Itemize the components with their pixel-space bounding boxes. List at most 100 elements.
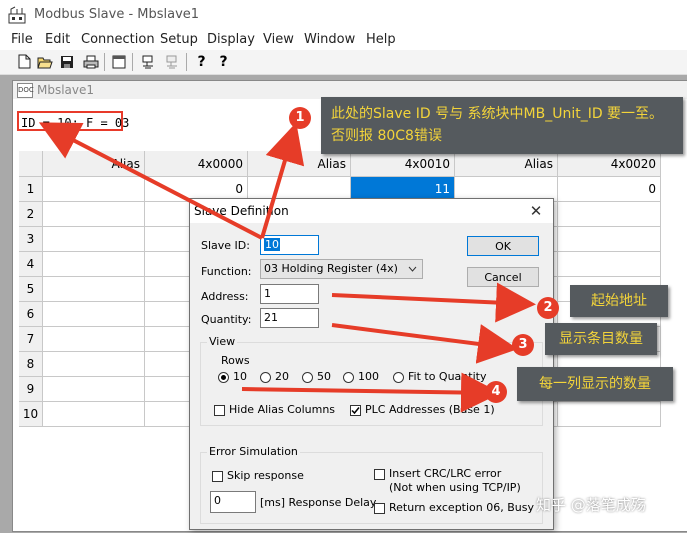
column-header[interactable]: 4x0010: [351, 151, 455, 177]
document-icon: DOC: [17, 83, 34, 98]
register-value-cell[interactable]: [558, 227, 661, 252]
insert-crc-checkbox[interactable]: [374, 469, 385, 480]
register-value-cell[interactable]: 0: [558, 177, 661, 202]
insert-crc-note: (Not when using TCP/IP): [389, 481, 521, 494]
column-header[interactable]: Alias: [248, 151, 351, 177]
connect-icon[interactable]: [140, 53, 157, 70]
register-value-cell[interactable]: [558, 252, 661, 277]
column-header[interactable]: 4x0020: [558, 151, 661, 177]
slave-id-input[interactable]: 10: [260, 235, 319, 255]
checkmark-icon: [351, 407, 360, 415]
menu-edit[interactable]: Edit: [45, 32, 70, 47]
title-bar: Modbus Slave - Mbslave1: [0, 0, 687, 30]
row-number[interactable]: 2: [19, 202, 43, 227]
new-icon[interactable]: [16, 53, 33, 70]
close-icon[interactable]: ✕: [526, 201, 546, 221]
menu-file[interactable]: File: [11, 32, 33, 47]
view-group-title: View: [207, 335, 238, 348]
rows-fit-label: Fit to Quantity: [408, 370, 487, 383]
error-simulation-title: Error Simulation: [207, 445, 300, 458]
slave-id-value: 10: [264, 238, 280, 251]
menu-view[interactable]: View: [263, 32, 294, 47]
alias-cell[interactable]: [43, 227, 145, 252]
return-exception-checkbox[interactable]: [374, 503, 385, 514]
register-value-cell[interactable]: [558, 402, 661, 427]
rows-50-radio[interactable]: [302, 372, 313, 383]
skip-response-checkbox[interactable]: [212, 471, 223, 482]
alias-cell[interactable]: [43, 277, 145, 302]
ok-button[interactable]: OK: [467, 236, 539, 256]
window-icon[interactable]: [110, 53, 127, 70]
rows-100-radio[interactable]: [343, 372, 354, 383]
rows-20-radio[interactable]: [260, 372, 271, 383]
hide-alias-checkbox[interactable]: [214, 405, 225, 416]
address-input[interactable]: 1: [260, 284, 319, 304]
column-header[interactable]: Alias: [455, 151, 558, 177]
slave-id-label: Slave ID:: [201, 239, 250, 252]
rows-fit-radio[interactable]: [393, 372, 404, 383]
alias-cell[interactable]: [43, 302, 145, 327]
insert-crc-label: Insert CRC/LRC error: [389, 467, 502, 480]
menu-help[interactable]: Help: [366, 32, 396, 47]
response-delay-label: [ms] Response Delay: [260, 496, 377, 509]
alias-cell[interactable]: [43, 377, 145, 402]
rows-label: Rows: [221, 354, 250, 367]
dialog-title-bar: Slave Definition ✕: [190, 199, 553, 223]
child-window-title: Mbslave1: [37, 83, 95, 97]
plc-addresses-checkbox[interactable]: [350, 405, 361, 416]
rows-50-label: 50: [317, 370, 331, 383]
plc-addresses-label: PLC Addresses (Base 1): [365, 403, 495, 416]
row-number[interactable]: 9: [19, 377, 43, 402]
menu-window[interactable]: Window: [304, 32, 355, 47]
register-value-cell[interactable]: [558, 202, 661, 227]
rows-100-label: 100: [358, 370, 379, 383]
save-icon[interactable]: [58, 53, 75, 70]
column-header[interactable]: 4x0000: [145, 151, 248, 177]
menu-bar: File Edit Connection Setup Display View …: [0, 30, 687, 50]
menu-setup[interactable]: Setup: [160, 32, 198, 47]
disconnect-icon[interactable]: [163, 53, 180, 70]
toolbar-separator: [104, 53, 105, 71]
menu-connection[interactable]: Connection: [81, 32, 155, 47]
column-header[interactable]: Alias: [43, 151, 145, 177]
row-number[interactable]: 4: [19, 252, 43, 277]
slave-definition-dialog: Slave Definition ✕ Slave ID: 10 Function…: [189, 198, 554, 530]
response-delay-input[interactable]: 0: [210, 491, 256, 513]
row-number[interactable]: 7: [19, 327, 43, 352]
badge-1: 1: [289, 107, 311, 129]
row-number[interactable]: 5: [19, 277, 43, 302]
cancel-button[interactable]: Cancel: [467, 267, 539, 287]
row-number[interactable]: 8: [19, 352, 43, 377]
print-icon[interactable]: [82, 53, 99, 70]
alias-cell[interactable]: [43, 252, 145, 277]
address-label: Address:: [201, 290, 249, 303]
row-number[interactable]: 6: [19, 302, 43, 327]
alias-cell[interactable]: [43, 327, 145, 352]
callout-slave-id-note: 此处的Slave ID 号与 系统块中MB_Unit_ID 要一至。否则报 80…: [321, 97, 683, 154]
alias-cell[interactable]: [43, 177, 145, 202]
toolbar-separator: [132, 53, 133, 71]
grid-corner: [19, 151, 43, 177]
callout-start-address: 起始地址: [570, 285, 668, 317]
function-value: 03 Holding Register (4x): [264, 262, 398, 275]
row-number[interactable]: 3: [19, 227, 43, 252]
alias-cell[interactable]: [43, 402, 145, 427]
alias-cell[interactable]: [43, 202, 145, 227]
toolbar: ? ?: [0, 50, 687, 75]
callout-quantity: 显示条目数量: [545, 323, 657, 355]
function-label: Function:: [201, 265, 252, 278]
row-number[interactable]: 10: [19, 402, 43, 427]
rows-10-radio[interactable]: [218, 372, 229, 383]
hide-alias-label: Hide Alias Columns: [229, 403, 336, 416]
quantity-input[interactable]: 21: [260, 308, 319, 328]
return-exception-label: Return exception 06, Busy: [389, 501, 535, 514]
row-number[interactable]: 1: [19, 177, 43, 202]
badge-3: 3: [512, 334, 534, 356]
help-icon[interactable]: ?: [193, 53, 210, 70]
menu-display[interactable]: Display: [207, 32, 255, 47]
toolbar-separator: [186, 53, 187, 71]
function-select[interactable]: 03 Holding Register (4x): [260, 259, 423, 279]
alias-cell[interactable]: [43, 352, 145, 377]
context-help-icon[interactable]: ?: [215, 53, 232, 70]
open-icon[interactable]: [36, 53, 53, 70]
